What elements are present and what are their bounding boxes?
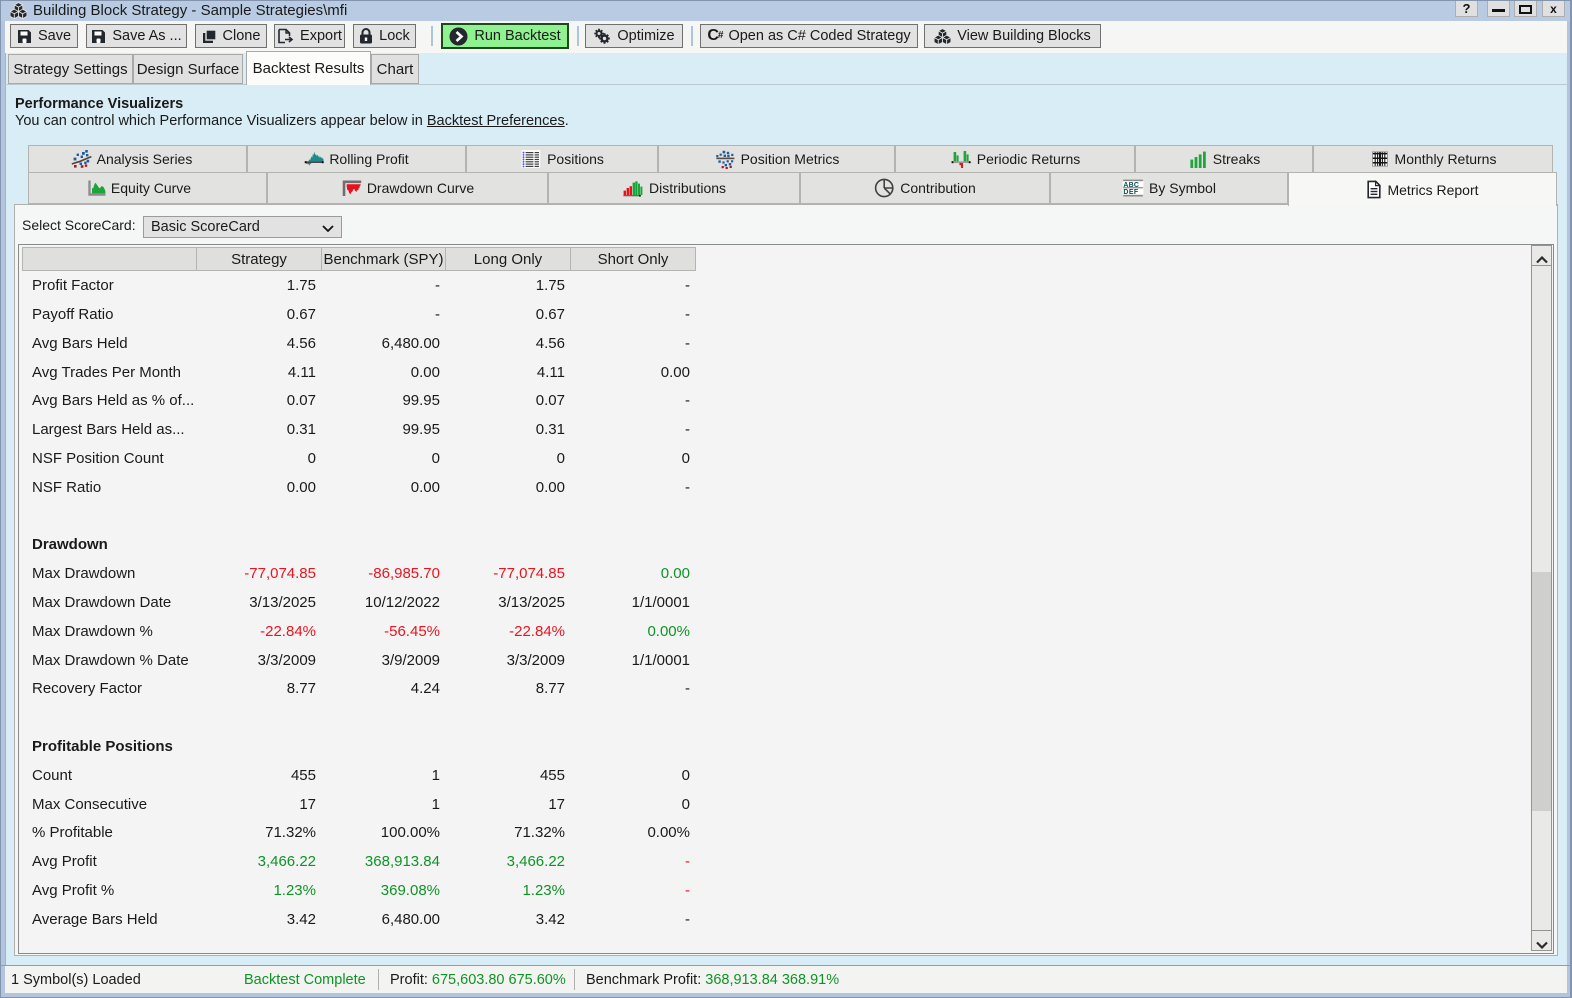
svg-text:DEF: DEF <box>1123 189 1139 196</box>
svg-text:ABC: ABC <box>1123 182 1139 189</box>
